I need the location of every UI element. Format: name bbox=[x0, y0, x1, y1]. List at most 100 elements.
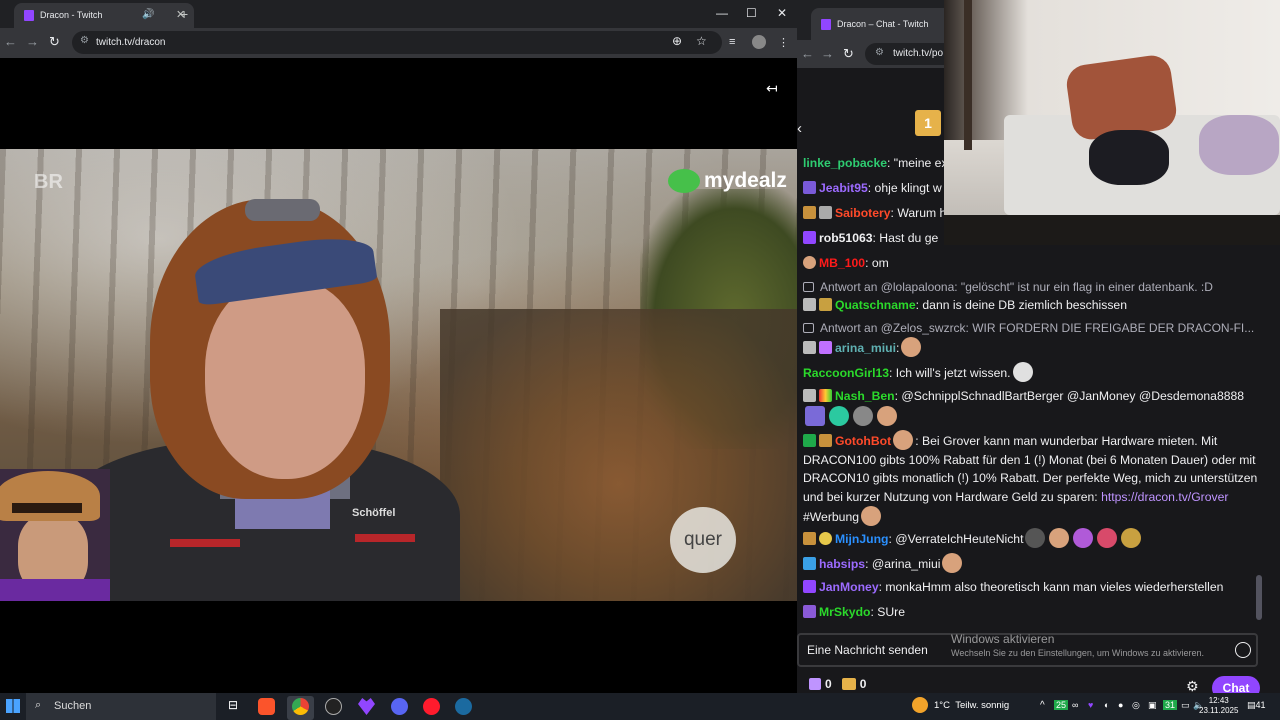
close-window-button[interactable]: ✕ bbox=[777, 6, 787, 20]
webcam-clothing bbox=[1089, 130, 1169, 185]
chat-username[interactable]: arina_miui bbox=[835, 341, 896, 355]
chat-text: : monkaHmm also theoretisch kann man vie… bbox=[878, 580, 1224, 594]
webcam-clothing bbox=[1199, 115, 1279, 175]
glasses-badge-icon bbox=[803, 389, 816, 402]
chat-username[interactable]: linke_pobacke bbox=[803, 156, 887, 170]
chat-text: : @arina_miui bbox=[865, 557, 941, 571]
emote-picker-icon[interactable] bbox=[1235, 642, 1251, 658]
prime-badge-icon bbox=[803, 557, 816, 570]
media-control-icon[interactable]: ≡ bbox=[729, 36, 735, 48]
site-info-icon[interactable]: ⚙ bbox=[80, 35, 89, 46]
steam-icon[interactable] bbox=[455, 698, 472, 715]
tray-app-icon[interactable]: ● bbox=[1118, 700, 1123, 710]
reload-icon[interactable]: ↻ bbox=[843, 46, 854, 62]
speaker-icon[interactable]: 🔊 bbox=[142, 9, 154, 20]
jacket-stripe bbox=[355, 534, 415, 542]
tab-bar: Dracon - Twitch 🔊 ✕ + — ☐ ✕ bbox=[0, 0, 797, 28]
chat-username[interactable]: habsips bbox=[819, 557, 865, 571]
reply-context[interactable]: Antwort an @lolapaloona: "gelöscht" ist … bbox=[803, 278, 1258, 297]
emote-icon bbox=[877, 405, 897, 426]
forward-icon[interactable]: → bbox=[26, 34, 39, 49]
chat-username[interactable]: GotohBot bbox=[835, 434, 891, 448]
chat-collapse-icon[interactable]: ‹ bbox=[797, 120, 802, 137]
glasses-badge-icon bbox=[803, 298, 816, 311]
chat-username[interactable]: MrSkydo bbox=[819, 605, 870, 619]
chat-scrollbar[interactable] bbox=[1256, 575, 1262, 620]
taskbar-search[interactable]: ⌕ Suchen bbox=[26, 693, 216, 720]
tray-badge[interactable]: 25 bbox=[1054, 700, 1069, 710]
mydealz-logo: mydealz bbox=[668, 169, 787, 194]
chat-username[interactable]: JanMoney bbox=[819, 580, 879, 594]
emote-icon bbox=[829, 405, 849, 426]
chat-message: GotohBot: Bei Grover kann man wunderbar … bbox=[803, 430, 1258, 527]
back-icon[interactable]: ← bbox=[801, 46, 814, 61]
channel-points[interactable]: 00 bbox=[809, 677, 866, 691]
chat-text: : Warum h bbox=[890, 206, 947, 220]
tray-app-icon[interactable]: ◎ bbox=[1132, 700, 1140, 711]
emote-icon bbox=[861, 506, 882, 526]
sub-badge-icon bbox=[803, 605, 816, 618]
calendar-tray-icon[interactable]: 31 bbox=[1163, 700, 1178, 710]
profile-avatar[interactable] bbox=[752, 35, 766, 49]
collapse-chat-icon[interactable]: ↤ bbox=[766, 80, 778, 97]
windows-taskbar: ⌕ Suchen ⊟ 1°C Teilw. sonnig ^ 25 ∞ ♥ ◐ … bbox=[0, 693, 1280, 720]
obs-icon[interactable] bbox=[325, 698, 342, 715]
chat-username[interactable]: MijnJung bbox=[835, 532, 888, 546]
chrome-icon[interactable] bbox=[292, 698, 309, 715]
tray-app-icon[interactable]: ∞ bbox=[1072, 700, 1078, 710]
bookmark-star-icon[interactable]: ☆ bbox=[696, 34, 707, 48]
chat-username[interactable]: MB_100 bbox=[819, 256, 865, 270]
task-view-icon[interactable]: ⊟ bbox=[228, 698, 238, 712]
video-person-sunglasses bbox=[245, 199, 320, 221]
chat-text: : Hast du ge bbox=[872, 231, 939, 245]
address-bar[interactable]: ⚙ twitch.tv/dracon ⊕ ☆ bbox=[72, 31, 722, 54]
weather-widget[interactable]: 1°C Teilw. sonnig bbox=[934, 700, 1009, 711]
tray-chevron-icon[interactable]: ^ bbox=[1040, 700, 1045, 711]
url-text: twitch.tv/po bbox=[893, 48, 944, 59]
tray-twitch-icon[interactable]: ♥ bbox=[1088, 700, 1093, 710]
tray-app-icon[interactable]: ◐ bbox=[1104, 700, 1109, 710]
tab-stream[interactable]: Dracon - Twitch 🔊 ✕ bbox=[14, 3, 194, 28]
emote-badge-icon bbox=[803, 256, 816, 269]
verified-badge-icon bbox=[803, 434, 816, 447]
tab-title: Dracon – Chat - Twitch bbox=[837, 19, 929, 29]
sub-badge-icon bbox=[803, 181, 816, 194]
twitch-icon bbox=[24, 10, 34, 21]
system-clock[interactable]: 12:43 23.11.2025 bbox=[1199, 696, 1238, 716]
opera-icon[interactable] bbox=[423, 698, 440, 715]
maximize-button[interactable]: ☐ bbox=[746, 6, 757, 20]
tray-app-icon[interactable]: ▣ bbox=[1148, 700, 1157, 711]
emote-icon bbox=[805, 405, 825, 426]
heart-app-icon[interactable] bbox=[358, 698, 375, 715]
rainbow-badge-icon bbox=[819, 389, 832, 402]
gift-icon[interactable]: 1 bbox=[915, 110, 941, 136]
notifications-button[interactable]: ▤41 bbox=[1247, 700, 1266, 711]
chat-username[interactable]: Quatschname bbox=[835, 298, 916, 312]
chat-link[interactable]: https://dracon.tv/Grover bbox=[1101, 490, 1228, 504]
chat-username[interactable]: RaccoonGirl13 bbox=[803, 366, 889, 380]
reload-icon[interactable]: ↻ bbox=[49, 34, 60, 50]
url-text: twitch.tv/dracon bbox=[96, 37, 166, 48]
back-icon[interactable]: ← bbox=[4, 34, 17, 49]
chat-username[interactable]: Saibotery bbox=[835, 206, 891, 220]
weather-icon[interactable] bbox=[912, 697, 928, 713]
menu-icon[interactable]: ⋮ bbox=[778, 36, 789, 49]
brave-icon[interactable] bbox=[258, 698, 275, 715]
video-player[interactable]: Schöffel BR mydealz quer bbox=[0, 149, 797, 601]
network-icon[interactable]: ▭ bbox=[1181, 700, 1190, 711]
new-tab-button[interactable]: + bbox=[180, 6, 188, 22]
discord-icon[interactable] bbox=[391, 698, 408, 715]
forward-icon[interactable]: → bbox=[821, 46, 834, 61]
site-info-icon[interactable]: ⚙ bbox=[875, 47, 884, 58]
zoom-icon[interactable]: ⊕ bbox=[672, 34, 682, 48]
emote-icon bbox=[1049, 528, 1070, 548]
minimize-button[interactable]: — bbox=[716, 6, 728, 20]
reply-context[interactable]: Antwort an @Zelos_swzrck: WIR FORDERN DI… bbox=[803, 319, 1258, 338]
chat-username[interactable]: Jeabit95 bbox=[819, 181, 868, 195]
glasses-badge-icon bbox=[819, 206, 832, 219]
chat-username[interactable]: rob51063 bbox=[819, 231, 873, 245]
emote-icon bbox=[1097, 528, 1118, 548]
chat-message: JanMoney: monkaHmm also theoretisch kann… bbox=[803, 578, 1258, 597]
chat-username[interactable]: Nash_Ben bbox=[835, 389, 895, 403]
windows-start-icon[interactable] bbox=[6, 699, 20, 713]
